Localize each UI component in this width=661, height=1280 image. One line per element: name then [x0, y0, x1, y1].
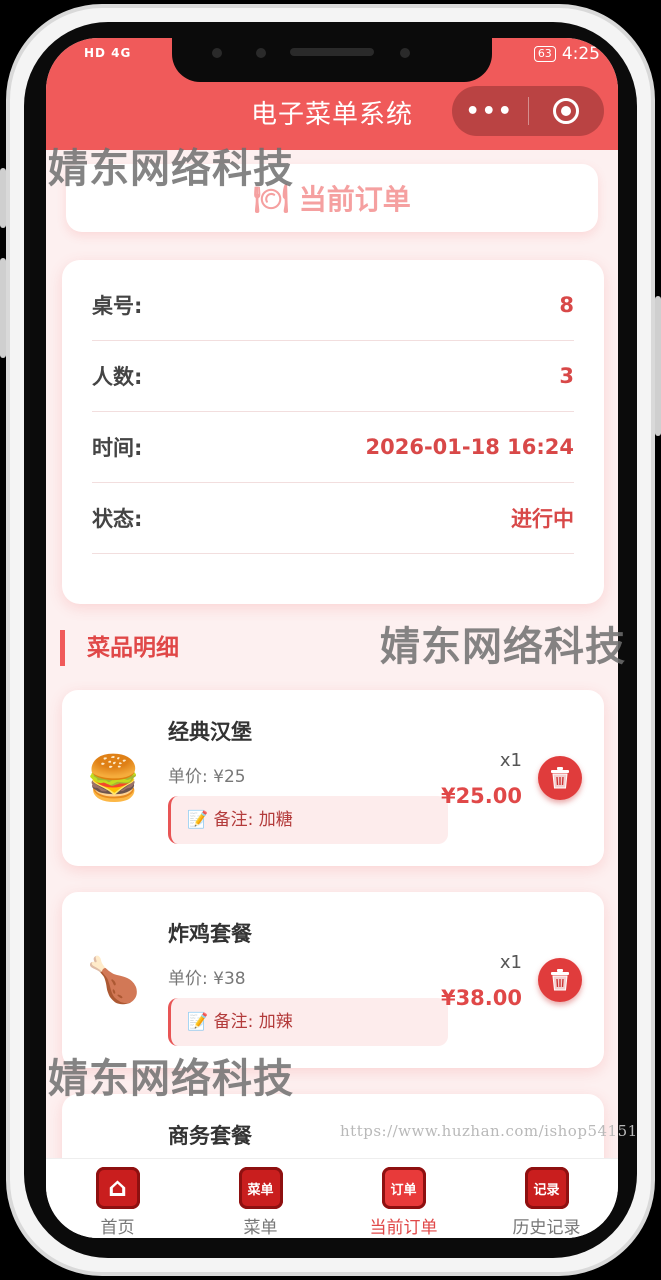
power-button	[655, 296, 661, 436]
network-indicator: HD 4G	[84, 46, 132, 60]
camera-notch	[172, 38, 492, 82]
watermark-text: 婧东网络科技	[48, 146, 294, 192]
menu-book-icon: 菜单	[238, 1167, 283, 1209]
trash-icon	[551, 767, 569, 789]
dish-unit-price: 单价: ¥25	[168, 767, 246, 787]
nav-bar: HD 4G 63 4:25 电子菜单系统 •••	[46, 38, 618, 150]
tab-label: 当前订单	[369, 1218, 438, 1238]
chicken-leg-icon: 🍗	[86, 955, 141, 1006]
sensor-dot	[212, 48, 222, 58]
dish-section-title: 菜品明细	[60, 630, 179, 666]
dish-subtotal: ¥38.00	[440, 986, 522, 1010]
target-icon	[553, 98, 580, 124]
tab-bar: ⌂ 首页 菜单 菜单 订单 当前订单 记录 历史记录	[46, 1158, 618, 1238]
watermark-text: 婧东网络科技	[48, 1056, 294, 1102]
close-mini-program-button[interactable]	[529, 98, 605, 124]
tab-history[interactable]: 记录 历史记录	[475, 1159, 618, 1238]
tab-label: 首页	[100, 1218, 135, 1238]
dish-note: 📝 备注: 加糖	[168, 796, 448, 844]
info-value: 8	[559, 293, 574, 317]
dish-subtotal: ¥25.00	[440, 784, 522, 808]
order-header-title: 当前订单	[298, 183, 411, 216]
dish-name: 炸鸡套餐	[168, 922, 252, 946]
dish-name: 商务套餐	[168, 1124, 252, 1148]
battery-icon: 63	[533, 46, 556, 62]
status-badge: 进行中	[511, 507, 574, 531]
trash-icon	[551, 969, 569, 991]
info-row-time: 时间: 2026-01-18 16:24	[92, 412, 574, 483]
info-value: 2026-01-18 16:24	[365, 435, 574, 459]
status-time: 4:25	[561, 44, 600, 64]
tab-label: 历史记录	[512, 1218, 581, 1238]
tab-home[interactable]: ⌂ 首页	[46, 1159, 189, 1238]
info-value: 3	[559, 364, 574, 388]
tab-label: 菜单	[243, 1218, 278, 1238]
delete-dish-button[interactable]	[538, 958, 582, 1002]
dish-quantity: x1	[499, 952, 522, 973]
earpiece-speaker	[290, 48, 374, 56]
status-right: 63 4:25	[533, 44, 600, 64]
watermark-text: 婧东网络科技	[380, 624, 626, 670]
tab-menu[interactable]: 菜单 菜单	[189, 1159, 332, 1238]
order-icon: 订单	[381, 1167, 426, 1209]
history-icon: 记录	[524, 1167, 569, 1209]
more-icon[interactable]: •••	[452, 99, 528, 124]
dish-card: 🍗 炸鸡套餐 单价: ¥38 📝 备注: 加辣 x1 ¥38.00	[62, 892, 604, 1068]
camera-icon	[400, 48, 410, 58]
volume-down-button	[0, 258, 6, 358]
info-row-status: 状态: 进行中	[92, 483, 574, 554]
tab-current-order[interactable]: 订单 当前订单	[332, 1159, 475, 1238]
burger-icon: 🍔	[86, 753, 141, 804]
info-row-table: 桌号: 8	[92, 270, 574, 341]
info-label: 人数:	[92, 365, 143, 389]
home-icon: ⌂	[95, 1167, 140, 1209]
dish-card: 🍔 经典汉堡 单价: ¥25 📝 备注: 加糖 x1 ¥25.00	[62, 690, 604, 866]
mini-program-capsule[interactable]: •••	[452, 86, 604, 136]
delete-dish-button[interactable]	[538, 756, 582, 800]
dish-unit-price: 单价: ¥38	[168, 969, 246, 989]
order-info-card: 桌号: 8 人数: 3 时间: 2026-01-18 16:24 状态: 进行中	[62, 260, 604, 604]
info-label: 时间:	[92, 436, 143, 460]
info-label: 桌号:	[92, 294, 143, 318]
watermark-url: https://www.huzhan.com/ishop54151	[340, 1122, 638, 1140]
sensor-dot	[256, 48, 266, 58]
dish-quantity: x1	[499, 750, 522, 771]
dish-name: 经典汉堡	[168, 720, 252, 744]
dish-note: 📝 备注: 加辣	[168, 998, 448, 1046]
info-label: 状态:	[92, 507, 143, 531]
volume-up-button	[0, 168, 6, 228]
info-row-guests: 人数: 3	[92, 341, 574, 412]
